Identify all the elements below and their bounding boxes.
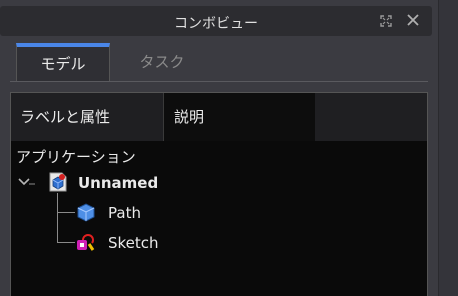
undock-icon[interactable] [380,15,392,27]
panel-titlebar[interactable]: コンボビュー [0,6,432,36]
sketch-icon [77,234,95,251]
tree-connector [57,242,75,243]
tree-connector [57,193,58,243]
path-solid-icon [77,203,95,222]
close-icon[interactable] [406,13,420,27]
tree-item-sketch[interactable]: Sketch [108,234,159,252]
tab-model[interactable]: モデル [16,43,110,81]
tree-item-path[interactable]: Path [108,204,141,222]
tree-connector [57,212,75,213]
chevron-down-icon[interactable] [17,175,35,189]
model-tree[interactable]: ラベルと属性 説明 アプリケーション Unnamed Path Sketch [10,92,428,296]
combo-view-panel: コンボビュー モデル タスク ラベルと属性 説明 アプリケーション Unname… [0,0,438,296]
tab-divider [10,81,428,82]
adjacent-view-edge [438,0,458,296]
column-header-label[interactable]: ラベルと属性 [11,93,164,141]
tab-task[interactable]: タスク [116,43,208,81]
panel-title: コンボビュー [174,16,258,32]
tree-group-application[interactable]: アプリケーション [16,146,136,167]
document-icon [49,172,67,192]
tree-item-unnamed[interactable]: Unnamed [78,174,158,192]
column-header-empty [315,93,427,141]
tree-header: ラベルと属性 説明 [11,93,427,141]
column-header-description[interactable]: 説明 [164,93,315,141]
